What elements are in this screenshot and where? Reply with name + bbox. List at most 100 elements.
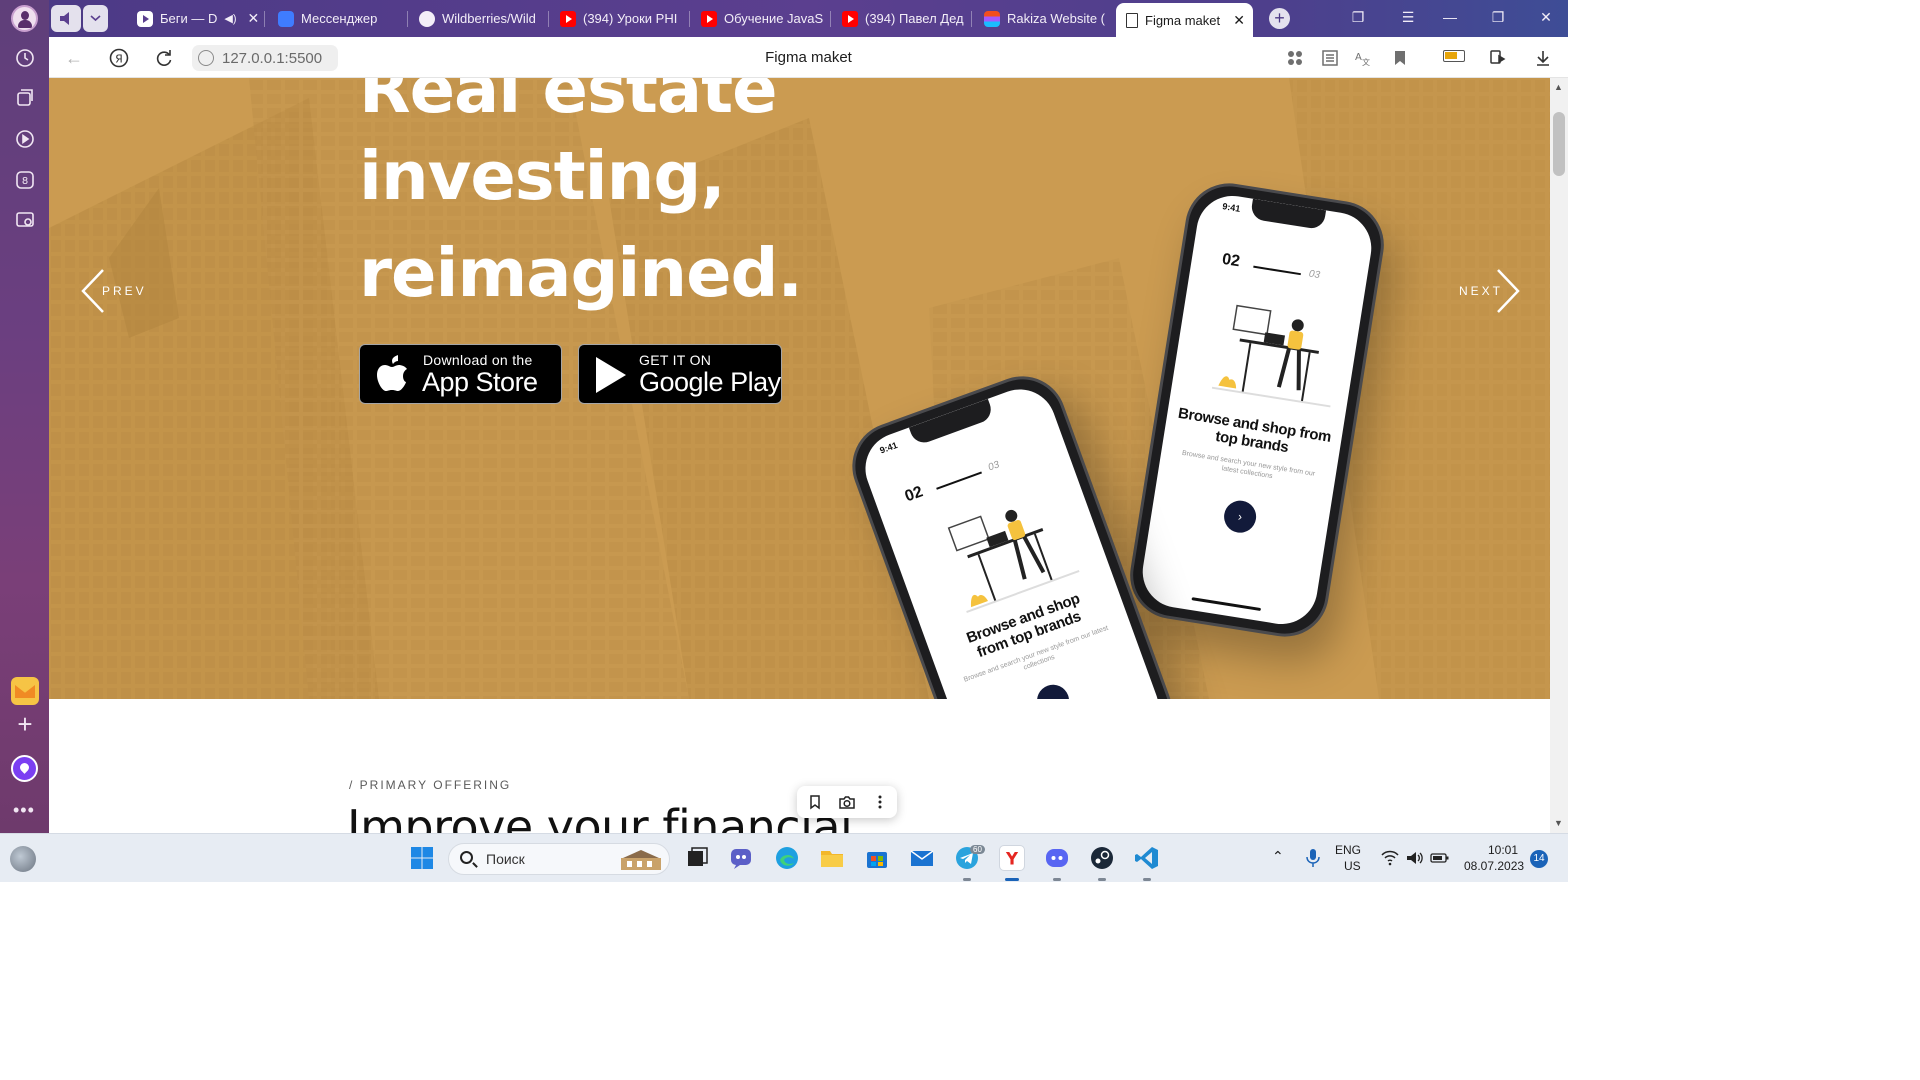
svg-text:8: 8: [22, 176, 28, 187]
bookmark-icon[interactable]: [1390, 48, 1410, 68]
battery-saver-icon[interactable]: [1443, 50, 1465, 62]
close-window-button[interactable]: ✕: [1537, 9, 1555, 26]
tab-list-dropdown[interactable]: [83, 5, 108, 32]
discord-icon[interactable]: [1044, 845, 1070, 871]
mail-app-icon[interactable]: [909, 845, 935, 871]
start-button[interactable]: [409, 845, 435, 871]
profile-avatar[interactable]: [11, 5, 38, 32]
more-icon[interactable]: •••: [13, 800, 35, 821]
scroll-up-arrow-icon[interactable]: ▲: [1554, 82, 1563, 92]
browser-sidebar: 8 + •••: [0, 0, 49, 833]
battery-icon[interactable]: [1430, 850, 1450, 866]
reader-mode-icon[interactable]: [1320, 48, 1340, 68]
tab-music[interactable]: Беги — D ◀) ✕: [131, 4, 265, 33]
history-icon[interactable]: [14, 47, 36, 69]
tab-youtube-pavel[interactable]: (394) Павел Дед: [836, 4, 972, 33]
close-icon[interactable]: ✕: [1233, 12, 1245, 29]
tab-github[interactable]: Wildberries/Wild: [413, 4, 549, 33]
clock-time[interactable]: 10:01: [1488, 843, 1518, 857]
close-icon[interactable]: ✕: [248, 10, 260, 27]
chevron-up-icon[interactable]: ⌃: [1272, 848, 1284, 865]
add-panel-icon[interactable]: +: [13, 711, 37, 737]
menu-icon[interactable]: ☰: [1399, 9, 1417, 26]
running-indicator: [1053, 878, 1061, 881]
github-icon: [419, 10, 435, 27]
google-play-button[interactable]: GET IT ON Google Play: [578, 344, 782, 404]
teams-chat-icon[interactable]: [728, 845, 754, 871]
download-icon[interactable]: [1533, 48, 1553, 68]
weather-icon[interactable]: [10, 846, 36, 872]
chevron-down-icon: [90, 15, 101, 22]
tab-audio-control[interactable]: [51, 5, 81, 32]
microsoft-store-icon[interactable]: [864, 845, 890, 871]
speaker-icon: [60, 12, 69, 25]
extensions-icon[interactable]: [1285, 48, 1305, 68]
taskbar-search[interactable]: Поиск: [448, 843, 670, 875]
tab-youtube-js[interactable]: Обучение JavaS: [695, 4, 831, 33]
new-tab-button[interactable]: +: [1269, 8, 1290, 29]
volume-icon[interactable]: [1405, 849, 1425, 867]
google-play-big-text: Google Play: [639, 367, 781, 397]
notification-badge[interactable]: 14: [1530, 850, 1548, 868]
microphone-icon[interactable]: [1303, 847, 1323, 869]
task-view-icon[interactable]: [684, 845, 710, 871]
steam-icon[interactable]: [1089, 845, 1115, 871]
tab-title: Беги — D: [160, 11, 218, 26]
collections-icon[interactable]: [14, 87, 36, 109]
scroll-down-arrow-icon[interactable]: ▼: [1554, 818, 1563, 828]
mail-icon[interactable]: [11, 677, 39, 705]
region-indicator[interactable]: US: [1344, 859, 1361, 873]
phone-time: 9:41: [1221, 201, 1242, 214]
pager-line: [1253, 265, 1301, 276]
clock-date[interactable]: 08.07.2023: [1464, 859, 1524, 873]
section-title: Improve your financial: [347, 800, 853, 833]
running-indicator: [963, 878, 971, 881]
edge-icon[interactable]: [774, 845, 800, 871]
page-title: Figma maket: [765, 49, 852, 66]
tab-youtube-php[interactable]: (394) Уроки PHI: [554, 4, 690, 33]
bookmark-icon[interactable]: [806, 793, 824, 811]
file-explorer-icon[interactable]: [819, 845, 845, 871]
wifi-icon[interactable]: [1380, 849, 1400, 867]
page-viewport: Real estate investing, reimagined. PREV …: [49, 78, 1550, 833]
screenshot-icon[interactable]: [14, 209, 36, 231]
hero-headline-line-2: investing,: [359, 137, 726, 215]
assistant-icon[interactable]: [11, 755, 38, 782]
tab-title: Rakiza Website (: [1007, 11, 1106, 26]
play-icon: [137, 10, 153, 27]
apple-icon: [377, 355, 407, 391]
messenger-icon: [278, 10, 294, 27]
app-store-button[interactable]: Download on the App Store: [359, 344, 562, 404]
more-vertical-icon[interactable]: [871, 793, 889, 811]
svg-text:Y: Y: [1005, 849, 1019, 868]
minimize-button[interactable]: —: [1441, 9, 1459, 25]
tab-figma-rakiza[interactable]: Rakiza Website (: [978, 4, 1112, 33]
tab-messenger[interactable]: Мессенджер: [272, 4, 408, 33]
next-arrow-icon[interactable]: [1492, 268, 1522, 314]
pager-line: [936, 471, 982, 490]
translate-icon[interactable]: A文: [1353, 48, 1373, 68]
protect-icon[interactable]: [1488, 48, 1508, 68]
tab-figma-maket[interactable]: Figma maket ✕: [1116, 3, 1253, 37]
hero-headline-line-3: reimagined.: [359, 234, 803, 312]
tab-title: Мессенджер: [301, 11, 378, 26]
youtube-icon: [842, 10, 858, 27]
vscode-icon[interactable]: [1134, 845, 1160, 871]
language-indicator[interactable]: ENG: [1335, 843, 1361, 857]
running-indicator: [1098, 878, 1106, 881]
tab-title: (394) Павел Дед: [865, 11, 964, 26]
speaker-icon[interactable]: ◀): [224, 12, 236, 25]
counter-icon[interactable]: 8: [14, 169, 36, 191]
scrollbar-thumb[interactable]: [1553, 112, 1565, 176]
tab-strip: Беги — D ◀) ✕ Мессенджер Wildberries/Wil…: [49, 0, 1568, 37]
tab-collections-icon[interactable]: ❐: [1349, 9, 1367, 26]
page-scrollbar[interactable]: [1550, 78, 1568, 833]
prev-button[interactable]: PREV: [102, 284, 147, 298]
search-highlight-icon: [621, 850, 661, 870]
video-icon[interactable]: [14, 128, 36, 150]
telegram-badge: 60: [970, 845, 985, 854]
restore-button[interactable]: ❐: [1489, 9, 1507, 26]
yandex-browser-icon[interactable]: Y: [999, 845, 1025, 871]
camera-icon[interactable]: [838, 793, 856, 811]
pager-current: 02: [902, 483, 926, 506]
